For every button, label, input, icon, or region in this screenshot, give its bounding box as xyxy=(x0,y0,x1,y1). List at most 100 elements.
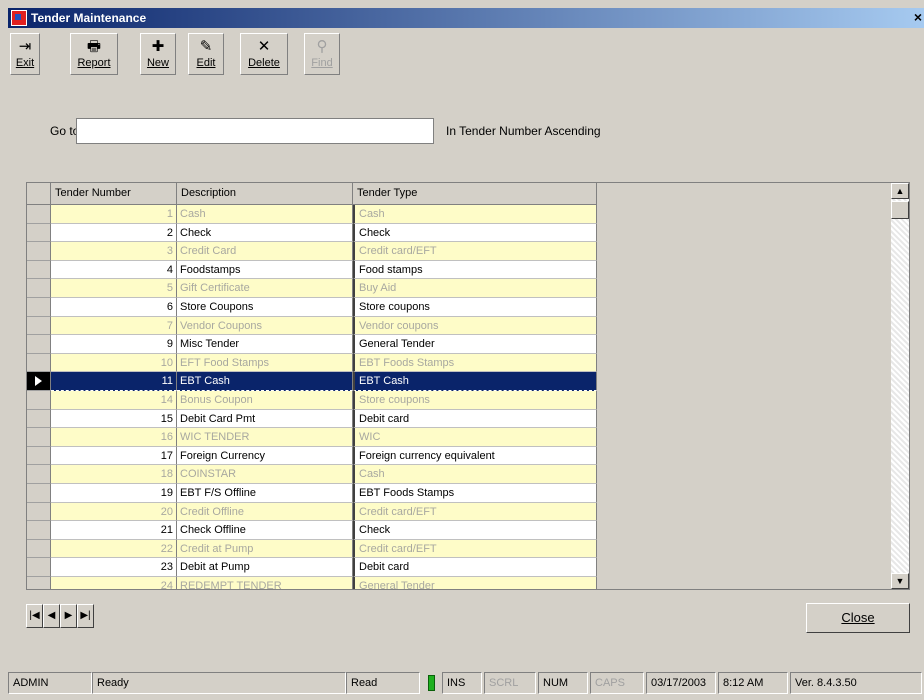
tender-type-cell[interactable]: EBT Cash xyxy=(353,372,597,391)
table-row[interactable]: 6 Store Coupons Store coupons xyxy=(27,298,597,317)
tender-number-cell[interactable]: 1 xyxy=(51,205,177,224)
description-cell[interactable]: EBT Cash xyxy=(177,372,353,391)
table-row[interactable]: 5 Gift Certificate Buy Aid xyxy=(27,279,597,298)
column-header-tender-number[interactable]: Tender Number xyxy=(51,183,177,205)
tender-number-cell[interactable]: 9 xyxy=(51,335,177,354)
table-row[interactable]: 14 Bonus Coupon Store coupons xyxy=(27,391,597,410)
tender-number-cell[interactable]: 18 xyxy=(51,465,177,484)
exit-button[interactable]: ⇥ Exit xyxy=(10,33,40,75)
description-cell[interactable]: EFT Food Stamps xyxy=(177,353,353,373)
row-selector[interactable] xyxy=(27,521,51,540)
table-row[interactable]: 20 Credit Offline Credit card/EFT xyxy=(27,502,597,522)
row-selector[interactable] xyxy=(27,484,51,503)
table-row[interactable]: 24 REDEMPT TENDER General Tender xyxy=(27,577,597,589)
description-cell[interactable]: Store Coupons xyxy=(177,298,353,317)
tender-type-cell[interactable]: Vendor coupons xyxy=(353,316,597,336)
tender-number-cell[interactable]: 24 xyxy=(51,577,177,589)
description-cell[interactable]: Bonus Coupon xyxy=(177,391,353,410)
tender-number-cell[interactable]: 22 xyxy=(51,539,177,559)
tender-type-cell[interactable]: Buy Aid xyxy=(353,279,597,298)
table-row[interactable]: 19 EBT F/S Offline EBT Foods Stamps xyxy=(27,484,597,503)
tender-type-cell[interactable]: Foreign currency equivalent xyxy=(353,446,597,466)
description-cell[interactable]: Check Offline xyxy=(177,521,353,540)
new-button[interactable]: ✚ New xyxy=(140,33,176,75)
scroll-thumb[interactable] xyxy=(891,201,909,219)
tender-number-cell[interactable]: 7 xyxy=(51,316,177,336)
table-row[interactable]: 4 Foodstamps Food stamps xyxy=(27,260,597,280)
report-button[interactable]: 🖶 Report xyxy=(70,33,118,75)
tender-number-cell[interactable]: 4 xyxy=(51,260,177,280)
description-cell[interactable]: Credit Card xyxy=(177,242,353,261)
tender-number-cell[interactable]: 21 xyxy=(51,521,177,540)
tender-number-cell[interactable]: 5 xyxy=(51,279,177,298)
description-cell[interactable]: Debit Card Pmt xyxy=(177,409,353,429)
tender-number-cell[interactable]: 19 xyxy=(51,484,177,503)
tender-type-cell[interactable]: Cash xyxy=(353,205,597,224)
description-cell[interactable]: Vendor Coupons xyxy=(177,316,353,336)
tender-grid[interactable]: Tender Number Description Tender Type 1C… xyxy=(26,182,910,590)
tender-number-cell[interactable]: 14 xyxy=(51,391,177,410)
table-row[interactable]: 18 COINSTAR Cash xyxy=(27,465,597,484)
tender-type-cell[interactable]: General Tender xyxy=(353,335,597,354)
table-row[interactable]: 3 Credit Card Credit card/EFT xyxy=(27,242,597,261)
tender-type-cell[interactable]: WIC xyxy=(353,428,597,447)
table-row[interactable]: 17 Foreign Currency Foreign currency equiv… xyxy=(27,446,597,466)
row-selector[interactable] xyxy=(27,298,51,317)
find-button[interactable]: ⚲ Find xyxy=(304,33,340,75)
tender-type-cell[interactable]: Debit card xyxy=(353,558,597,577)
description-cell[interactable]: Cash xyxy=(177,205,353,224)
tender-type-cell[interactable]: Check xyxy=(353,521,597,540)
row-selector[interactable] xyxy=(27,279,51,298)
description-cell[interactable]: Credit at Pump xyxy=(177,539,353,559)
description-cell[interactable]: Check xyxy=(177,223,353,243)
row-selector[interactable] xyxy=(27,428,51,447)
row-selector[interactable] xyxy=(27,353,51,373)
row-selector[interactable] xyxy=(27,558,51,577)
row-selector[interactable] xyxy=(27,539,51,559)
next-record-button[interactable]: ▶ xyxy=(60,604,77,628)
scroll-down-icon[interactable]: ▼ xyxy=(891,573,909,589)
prev-record-button[interactable]: ◀ xyxy=(43,604,60,628)
row-selector[interactable] xyxy=(27,409,51,429)
description-cell[interactable]: REDEMPT TENDER xyxy=(177,577,353,589)
close-button[interactable]: Close xyxy=(806,603,910,633)
row-selector[interactable] xyxy=(27,465,51,484)
row-selector[interactable] xyxy=(27,260,51,280)
tender-type-cell[interactable]: Check xyxy=(353,223,597,243)
table-row[interactable]: 23 Debit at Pump Debit card xyxy=(27,558,597,577)
tender-type-cell[interactable]: Store coupons xyxy=(353,391,597,410)
tender-number-cell[interactable]: 17 xyxy=(51,446,177,466)
column-header-description[interactable]: Description xyxy=(177,183,353,205)
row-selector[interactable] xyxy=(27,446,51,466)
row-selector[interactable] xyxy=(27,577,51,589)
table-row[interactable]: 7 Vendor Coupons Vendor coupons xyxy=(27,316,597,336)
table-row[interactable]: 1 Cash Cash xyxy=(27,205,597,224)
description-cell[interactable]: EBT F/S Offline xyxy=(177,484,353,503)
tender-number-cell[interactable]: 3 xyxy=(51,242,177,261)
column-header-tender-type[interactable]: Tender Type xyxy=(353,183,597,205)
tender-type-cell[interactable]: EBT Foods Stamps xyxy=(353,353,597,373)
delete-button[interactable]: ✕ Delete xyxy=(240,33,288,75)
scroll-up-icon[interactable]: ▲ xyxy=(891,183,909,199)
table-row[interactable]: 11 EBT Cash EBT Cash xyxy=(27,372,597,391)
tender-type-cell[interactable]: General Tender xyxy=(353,577,597,589)
vertical-scrollbar[interactable]: ▲ ▼ xyxy=(891,183,909,589)
row-selector[interactable] xyxy=(27,316,51,336)
description-cell[interactable]: WIC TENDER xyxy=(177,428,353,447)
table-row[interactable]: 2 Check Check xyxy=(27,223,597,243)
tender-type-cell[interactable]: Debit card xyxy=(353,409,597,429)
description-cell[interactable]: Misc Tender xyxy=(177,335,353,354)
row-selector[interactable] xyxy=(27,502,51,522)
tender-number-cell[interactable]: 23 xyxy=(51,558,177,577)
tender-number-cell[interactable]: 16 xyxy=(51,428,177,447)
tender-number-cell[interactable]: 20 xyxy=(51,502,177,522)
tender-type-cell[interactable]: Credit card/EFT xyxy=(353,539,597,559)
tender-type-cell[interactable]: Food stamps xyxy=(353,260,597,280)
row-selector[interactable] xyxy=(27,242,51,261)
row-selector[interactable] xyxy=(27,223,51,243)
tender-type-cell[interactable]: Credit card/EFT xyxy=(353,242,597,261)
tender-number-cell[interactable]: 15 xyxy=(51,409,177,429)
table-row[interactable]: 16 WIC TENDER WIC xyxy=(27,428,597,447)
tender-type-cell[interactable]: EBT Foods Stamps xyxy=(353,484,597,503)
row-selector[interactable] xyxy=(27,372,51,391)
